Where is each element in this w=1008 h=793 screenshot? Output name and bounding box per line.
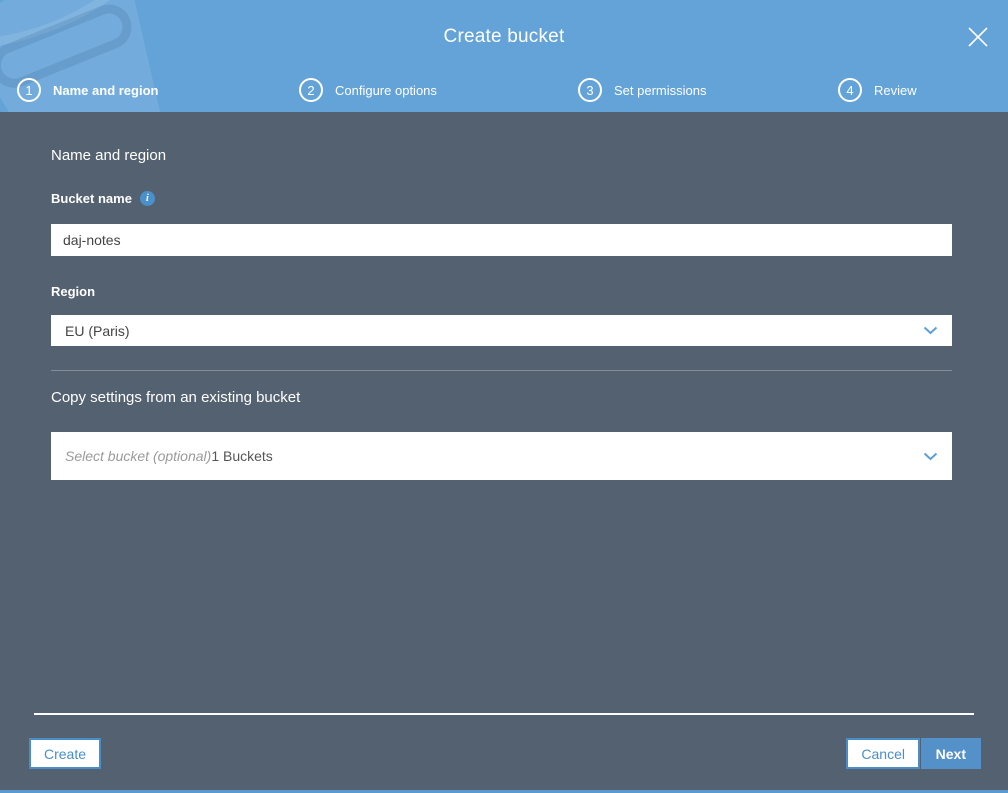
cancel-button[interactable]: Cancel [846,738,920,769]
step-configure-options[interactable]: 2 Configure options [299,76,437,104]
region-select[interactable]: EU (Paris) [51,315,952,346]
step-review[interactable]: 4 Review [838,76,917,104]
step-name-and-region[interactable]: 1 Name and region [17,76,158,104]
footer-divider [34,713,974,715]
copy-bucket-select[interactable]: Select bucket (optional) 1 Buckets [51,432,952,480]
step-1-label: Name and region [53,82,159,98]
create-bucket-modal: Create bucket 1 Name and region 2 Config… [0,0,1008,793]
bucket-name-label: Bucket name i [51,191,155,206]
region-label: Region [51,284,95,299]
bucket-name-label-text: Bucket name [51,191,132,206]
modal-header: Create bucket 1 Name and region 2 Config… [0,0,1008,112]
chevron-down-icon [923,452,938,461]
step-2-label: Configure options [335,82,437,98]
step-3-label: Set permissions [614,82,707,98]
copy-settings-heading: Copy settings from an existing bucket [51,389,301,406]
step-3-circle: 3 [578,78,602,102]
bucket-name-input[interactable] [51,224,952,256]
step-1-circle: 1 [17,78,41,102]
create-button[interactable]: Create [29,738,102,769]
close-icon [968,26,988,47]
modal-title: Create bucket [443,26,565,47]
step-indicator: 1 Name and region 2 Configure options 3 … [0,76,1008,104]
section-heading-name-region: Name and region [51,147,167,164]
chevron-down-icon [923,326,938,335]
info-icon[interactable]: i [139,191,155,206]
copy-bucket-placeholder: Select bucket (optional) [65,448,212,464]
region-label-text: Region [51,284,96,299]
next-button[interactable]: Next [920,738,981,769]
step-2-circle: 2 [299,78,323,102]
step-4-label: Review [874,82,917,98]
step-set-permissions[interactable]: 3 Set permissions [578,76,706,104]
region-selected-value: EU (Paris) [65,322,130,339]
step-4-circle: 4 [838,78,862,102]
copy-bucket-count: 1 Buckets [211,448,273,464]
section-divider [51,370,952,371]
close-button[interactable] [964,24,992,52]
